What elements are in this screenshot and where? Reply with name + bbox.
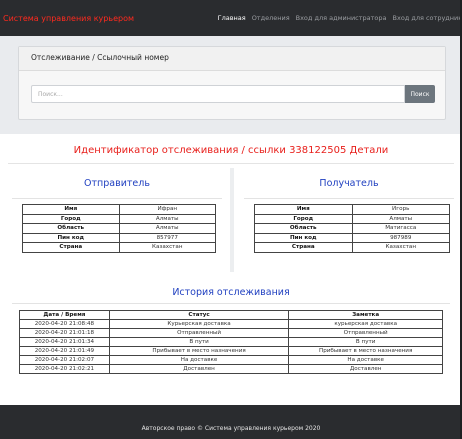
table-row: Страна Казахстан	[254, 242, 450, 253]
history-datetime: 2020-04-20 21:02:21	[19, 364, 110, 374]
history-title: История отслеживания	[172, 287, 290, 298]
receiver-key: Область	[254, 223, 353, 234]
history-table: Дата / Время Статус Заметка 2020-04-20 2…	[19, 310, 443, 374]
table-header-row: Дата / Время Статус Заметка	[19, 310, 443, 320]
nav-branches[interactable]: Отделения	[252, 14, 290, 22]
receiver-table: Имя Игорь Город Алматы Область Матигасса Пи…	[254, 204, 450, 253]
table-row: 2020-04-20 21:01:18 Отправленный Отправл…	[19, 328, 443, 338]
navbar: Система управления курьером Главная Отде…	[0, 0, 462, 36]
tracking-search-row: Поиск	[31, 85, 435, 103]
search-button[interactable]: Поиск	[405, 85, 435, 103]
sender-key: Страна	[22, 242, 120, 253]
sender-value: Алматы	[118, 223, 216, 234]
history-status: Доставлен	[108, 364, 290, 374]
history-divider	[12, 303, 450, 304]
party-separator	[230, 168, 234, 272]
receiver-divider	[244, 198, 454, 199]
column-header-status: Статус	[108, 310, 290, 320]
sender-table: Имя Ифран Город Алматы Область Алматы Пин к…	[22, 204, 216, 253]
nav-admin-login[interactable]: Вход для администратора	[296, 14, 387, 22]
table-row: Город Алматы	[22, 213, 216, 224]
footer: Авторское право © Система управления кур…	[0, 405, 462, 439]
table-row: Имя Ифран	[22, 204, 216, 215]
table-row: Пин код 987989	[254, 232, 450, 243]
result-title: Идентификатор отслеживания / ссылки 3381…	[73, 145, 389, 156]
receiver-panel: Получатель Имя Игорь Город Алматы Область М…	[236, 170, 462, 270]
sender-title: Отправитель	[84, 178, 150, 189]
sender-key: Область	[22, 223, 120, 234]
tracking-card: Отслеживание / Ссылочный номер Поиск	[18, 46, 446, 120]
table-row: Город Алматы	[254, 213, 450, 224]
history-datetime: 2020-04-20 21:08:48	[19, 319, 110, 329]
receiver-value: Казахстан	[351, 242, 450, 253]
receiver-value: 987989	[351, 232, 450, 243]
history-datetime: 2020-04-20 21:01:34	[19, 337, 110, 347]
receiver-key: Пин код	[254, 232, 353, 243]
receiver-value: Алматы	[351, 213, 450, 224]
history-status: Отправленный	[108, 328, 290, 338]
sender-key: Пин код	[22, 232, 120, 243]
receiver-key: Страна	[254, 242, 353, 253]
sender-value: Алматы	[118, 213, 216, 224]
column-header-datetime: Дата / Время	[19, 310, 110, 320]
sender-key: Город	[22, 213, 120, 224]
history-note: Прибывает в место назначения	[288, 346, 443, 356]
sender-key: Имя	[22, 204, 120, 215]
history-datetime: 2020-04-20 21:01:18	[19, 328, 110, 338]
column-header-note: Заметка	[288, 310, 443, 320]
history-datetime: 2020-04-20 21:01:49	[19, 346, 110, 356]
table-row: 2020-04-20 21:08:48 Курьерская доставка …	[19, 319, 443, 329]
result-divider	[8, 163, 454, 164]
history-status: Курьерская доставка	[108, 319, 290, 329]
table-row: 2020-04-20 21:02:21 Доставлен Доставлен	[19, 364, 443, 374]
history-status: В пути	[108, 337, 290, 347]
footer-copyright: Авторское право © Система управления кур…	[141, 424, 321, 432]
sender-value: Казахстан	[118, 242, 216, 253]
sender-panel: Отправитель Имя Ифран Город Алматы Область…	[4, 170, 230, 270]
table-row: Пин код 857977	[22, 232, 216, 243]
table-row: 2020-04-20 21:01:49 Прибывает в место на…	[19, 346, 443, 356]
history-note: В пути	[288, 337, 443, 347]
nav-staff-login[interactable]: Вход для сотрудников	[393, 14, 462, 22]
table-row: 2020-04-20 21:02:07 На доставке На доста…	[19, 355, 443, 365]
history-datetime: 2020-04-20 21:02:07	[19, 355, 110, 365]
tracking-search-input[interactable]	[31, 85, 405, 103]
nav-home[interactable]: Главная	[218, 14, 246, 22]
table-row: 2020-04-20 21:01:34 В пути В пути	[19, 337, 443, 347]
receiver-key: Имя	[254, 204, 353, 215]
table-row: Страна Казахстан	[22, 242, 216, 253]
table-row: Область Матигасса	[254, 223, 450, 234]
history-note: Отправленный	[288, 328, 443, 338]
receiver-title: Получатель	[319, 178, 379, 189]
history-note: На доставке	[288, 355, 443, 365]
sender-value: 857977	[118, 232, 216, 243]
sender-value: Ифран	[118, 204, 216, 215]
receiver-value: Матигасса	[351, 223, 450, 234]
table-row: Область Алматы	[22, 223, 216, 234]
receiver-key: Город	[254, 213, 353, 224]
history-note: Доставлен	[288, 364, 443, 374]
history-status: На доставке	[108, 355, 290, 365]
history-note: курьерская доставка	[288, 319, 443, 329]
tracking-section: Отслеживание / Ссылочный номер Поиск	[0, 36, 462, 134]
table-row: Имя Игорь	[254, 204, 450, 215]
receiver-value: Игорь	[351, 204, 450, 215]
history-status: Прибывает в место назначения	[108, 346, 290, 356]
brand-link[interactable]: Система управления курьером	[3, 14, 134, 23]
nav-links: Главная Отделения Вход для администратор…	[218, 14, 462, 22]
tracking-header: Отслеживание / Ссылочный номер	[19, 47, 445, 71]
sender-divider	[12, 198, 222, 199]
